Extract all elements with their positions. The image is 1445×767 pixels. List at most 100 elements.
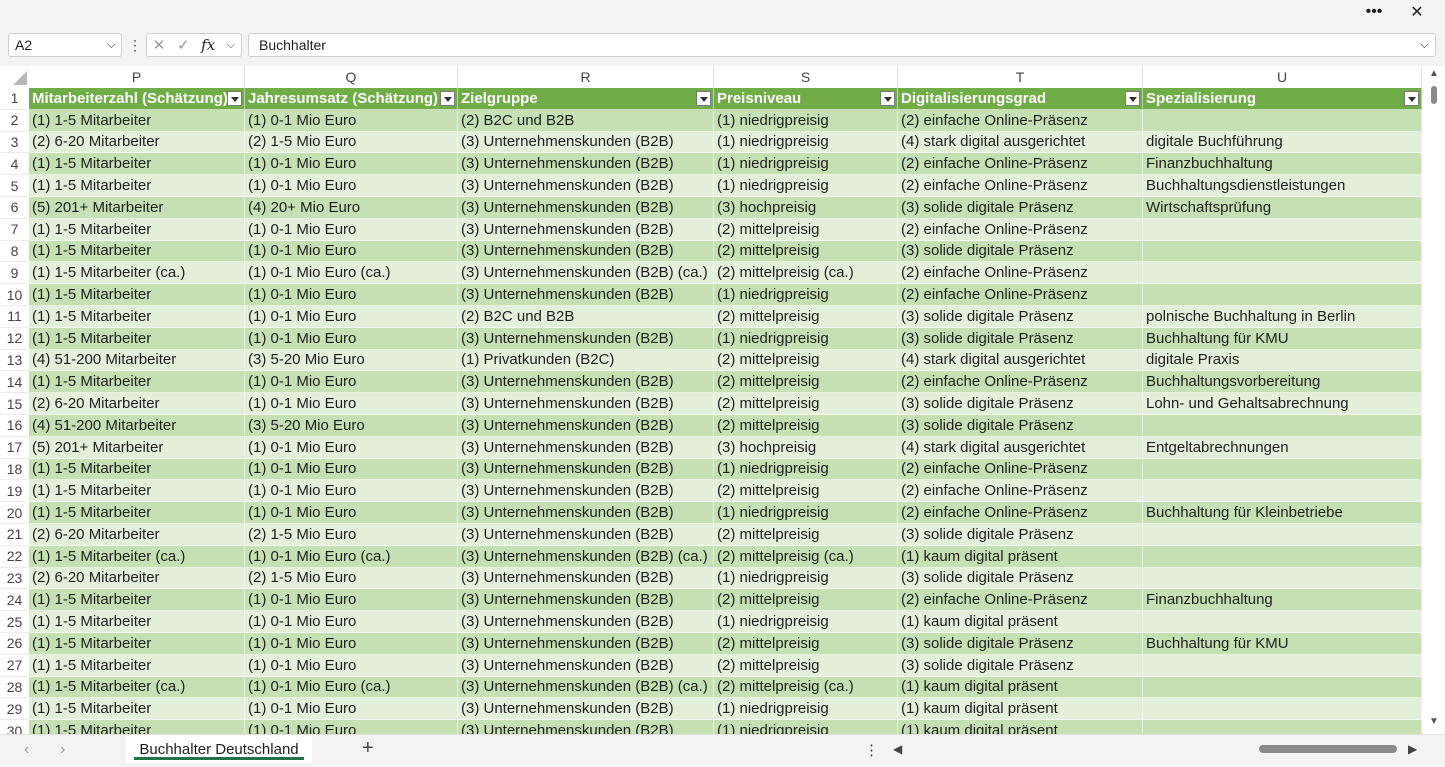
filter-dropdown-icon[interactable] xyxy=(227,91,242,106)
vertical-dots-icon[interactable]: ⋮ xyxy=(128,37,142,54)
table-cell[interactable]: Buchhaltungsvorbereitung xyxy=(1143,371,1422,394)
row-number[interactable]: 30 xyxy=(0,720,29,734)
table-cell[interactable]: (2) einfache Online-Präsenz xyxy=(898,502,1143,524)
table-cell[interactable]: (1) kaum digital präsent xyxy=(898,611,1143,633)
table-cell[interactable]: (1) 0-1 Mio Euro xyxy=(245,109,458,132)
table-cell[interactable]: (2) einfache Online-Präsenz xyxy=(898,589,1143,612)
table-cell[interactable]: (2) B2C und B2B xyxy=(458,109,714,132)
table-cell[interactable]: (2) einfache Online-Präsenz xyxy=(898,218,1143,241)
table-cell[interactable]: (4) stark digital ausgerichtet xyxy=(898,436,1143,459)
row-number[interactable]: 29 xyxy=(0,698,29,721)
table-cell[interactable] xyxy=(1143,240,1422,263)
row-number[interactable]: 1 xyxy=(0,88,29,110)
table-cell[interactable]: (2) mittelpreisig xyxy=(714,349,898,372)
table-cell[interactable]: (2) einfache Online-Präsenz xyxy=(898,284,1143,306)
table-cell[interactable]: (3) Unternehmenskunden (B2B) xyxy=(458,284,714,306)
table-cell[interactable]: (1) 0-1 Mio Euro xyxy=(245,589,458,612)
table-cell[interactable]: (1) 0-1 Mio Euro (ca.) xyxy=(245,545,458,568)
table-cell[interactable]: (2) mittelpreisig (ca.) xyxy=(714,545,898,568)
column-header-q[interactable]: Q xyxy=(245,66,458,88)
column-header-s[interactable]: S xyxy=(714,66,898,88)
table-cell[interactable]: (2) mittelpreisig xyxy=(714,632,898,655)
row-number[interactable]: 16 xyxy=(0,414,29,437)
table-cell[interactable]: (3) solide digitale Präsenz xyxy=(898,393,1143,415)
table-cell[interactable] xyxy=(1143,458,1422,481)
table-cell[interactable]: (1) 1-5 Mitarbeiter xyxy=(29,502,245,524)
table-cell[interactable]: (1) niedrigpreisig xyxy=(714,567,898,590)
table-cell[interactable]: (3) Unternehmenskunden (B2B) xyxy=(458,611,714,633)
table-cell[interactable]: (1) niedrigpreisig xyxy=(714,327,898,350)
name-box[interactable]: A2 ⌵ xyxy=(8,33,122,57)
table-cell[interactable]: (3) solide digitale Präsenz xyxy=(898,327,1143,350)
table-cell[interactable]: (2) 1-5 Mio Euro xyxy=(245,131,458,154)
table-cell[interactable]: (3) Unternehmenskunden (B2B) xyxy=(458,175,714,197)
filter-dropdown-icon[interactable] xyxy=(696,91,711,106)
table-cell[interactable]: (3) solide digitale Präsenz xyxy=(898,654,1143,677)
row-number[interactable]: 18 xyxy=(0,458,29,481)
table-cell[interactable]: (2) einfache Online-Präsenz xyxy=(898,262,1143,285)
table-cell[interactable]: polnische Buchhaltung in Berlin xyxy=(1143,305,1422,328)
header-cell[interactable]: Jahresumsatz (Schätzung) xyxy=(245,88,458,110)
table-cell[interactable]: (3) Unternehmenskunden (B2B) xyxy=(458,480,714,503)
row-number[interactable]: 12 xyxy=(0,327,29,350)
header-cell[interactable]: Preisniveau xyxy=(714,88,898,110)
table-cell[interactable] xyxy=(1143,720,1422,734)
table-cell[interactable]: (1) 1-5 Mitarbeiter xyxy=(29,654,245,677)
row-number[interactable]: 14 xyxy=(0,371,29,394)
table-cell[interactable]: (3) solide digitale Präsenz xyxy=(898,196,1143,219)
table-cell[interactable]: (3) 5-20 Mio Euro xyxy=(245,414,458,437)
table-cell[interactable]: Wirtschaftsprüfung xyxy=(1143,196,1422,219)
table-cell[interactable]: (1) 0-1 Mio Euro xyxy=(245,305,458,328)
row-number[interactable]: 11 xyxy=(0,305,29,328)
table-cell[interactable]: (3) hochpreisig xyxy=(714,196,898,219)
table-cell[interactable]: (2) mittelpreisig (ca.) xyxy=(714,676,898,699)
column-header-r[interactable]: R xyxy=(458,66,714,88)
sheet-tab-active[interactable]: Buchhalter Deutschland xyxy=(126,735,312,763)
add-sheet-icon[interactable]: + xyxy=(362,737,374,760)
table-cell[interactable]: Entgeltabrechnungen xyxy=(1143,436,1422,459)
filter-dropdown-icon[interactable] xyxy=(880,91,895,106)
table-cell[interactable]: (1) 1-5 Mitarbeiter xyxy=(29,175,245,197)
filter-dropdown-icon[interactable] xyxy=(1125,91,1140,106)
table-cell[interactable] xyxy=(1143,480,1422,503)
table-cell[interactable]: digitale Praxis xyxy=(1143,349,1422,372)
header-cell[interactable]: Spezialisierung xyxy=(1143,88,1422,110)
table-cell[interactable]: (1) niedrigpreisig xyxy=(714,502,898,524)
table-cell[interactable]: (2) mittelpreisig xyxy=(714,371,898,394)
table-cell[interactable]: (3) Unternehmenskunden (B2B) xyxy=(458,218,714,241)
table-cell[interactable]: (2) 6-20 Mitarbeiter xyxy=(29,131,245,154)
table-cell[interactable]: (3) Unternehmenskunden (B2B) xyxy=(458,131,714,154)
table-cell[interactable] xyxy=(1143,414,1422,437)
table-cell[interactable]: (3) Unternehmenskunden (B2B) xyxy=(458,436,714,459)
table-cell[interactable]: (2) einfache Online-Präsenz xyxy=(898,109,1143,132)
table-cell[interactable]: (3) solide digitale Präsenz xyxy=(898,567,1143,590)
row-number[interactable]: 22 xyxy=(0,545,29,568)
table-cell[interactable]: (1) 1-5 Mitarbeiter xyxy=(29,458,245,481)
row-number[interactable]: 26 xyxy=(0,632,29,655)
table-cell[interactable]: (2) einfache Online-Präsenz xyxy=(898,458,1143,481)
table-cell[interactable] xyxy=(1143,676,1422,699)
table-cell[interactable]: (2) 1-5 Mio Euro xyxy=(245,523,458,546)
table-cell[interactable]: (2) mittelpreisig xyxy=(714,305,898,328)
table-cell[interactable]: (1) 0-1 Mio Euro (ca.) xyxy=(245,676,458,699)
table-cell[interactable]: (2) mittelpreisig (ca.) xyxy=(714,262,898,285)
table-cell[interactable]: (1) 0-1 Mio Euro xyxy=(245,458,458,481)
table-cell[interactable] xyxy=(1143,218,1422,241)
table-cell[interactable]: (3) hochpreisig xyxy=(714,436,898,459)
chevron-down-icon[interactable]: ⌵ xyxy=(227,39,235,52)
table-cell[interactable] xyxy=(1143,262,1422,285)
table-cell[interactable]: (3) Unternehmenskunden (B2B) xyxy=(458,240,714,263)
more-options-icon[interactable]: ••• xyxy=(1354,0,1394,24)
table-cell[interactable]: (3) Unternehmenskunden (B2B) xyxy=(458,632,714,655)
table-cell[interactable]: (3) Unternehmenskunden (B2B) (ca.) xyxy=(458,545,714,568)
header-cell[interactable]: Mitarbeiterzahl (Schätzung) xyxy=(29,88,245,110)
table-cell[interactable]: (1) 1-5 Mitarbeiter xyxy=(29,371,245,394)
table-cell[interactable]: (3) solide digitale Präsenz xyxy=(898,305,1143,328)
table-cell[interactable]: (3) Unternehmenskunden (B2B) xyxy=(458,458,714,481)
table-cell[interactable]: Buchhaltung für KMU xyxy=(1143,632,1422,655)
table-cell[interactable]: (1) 1-5 Mitarbeiter xyxy=(29,153,245,176)
table-cell[interactable]: (1) niedrigpreisig xyxy=(714,458,898,481)
header-cell[interactable]: Zielgruppe xyxy=(458,88,714,110)
table-cell[interactable]: (1) 1-5 Mitarbeiter xyxy=(29,240,245,263)
table-cell[interactable]: (1) 1-5 Mitarbeiter xyxy=(29,720,245,734)
